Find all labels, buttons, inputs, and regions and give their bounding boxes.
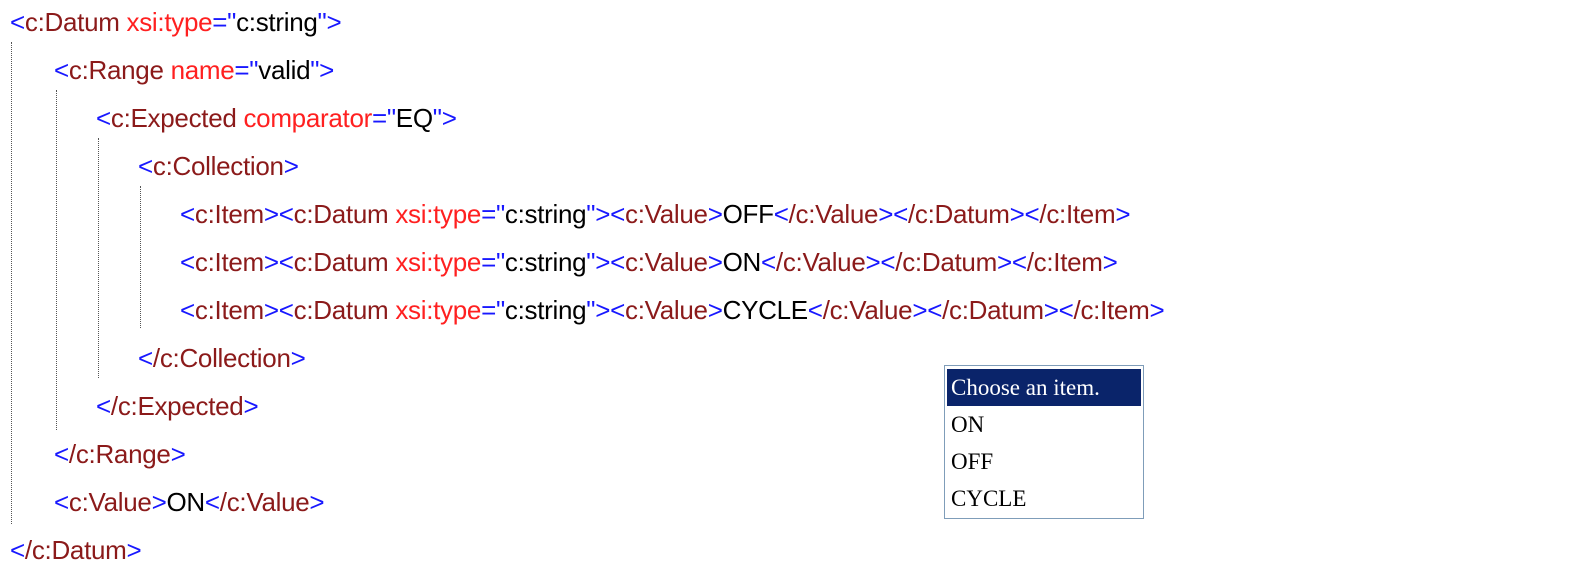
tag-name: /c:Collection [152, 343, 291, 373]
tag-name: c:Datum [293, 295, 389, 325]
item-text: CYCLE [722, 295, 809, 325]
attribute-value: c:string [504, 199, 587, 229]
xml-line-range-open[interactable]: <c:Range name="valid"> [54, 50, 334, 90]
tag-name: c:Collection [152, 151, 284, 181]
attribute-value: c:string [504, 247, 587, 277]
xml-line-expected-close[interactable]: </c:Expected> [96, 386, 259, 426]
xml-line-datum-open[interactable]: <c:Datum xsi:type="c:string"> [10, 2, 342, 42]
tag-name: c:Value [68, 487, 152, 517]
attribute-value: valid [258, 55, 311, 85]
tag-name: /c:Datum [24, 535, 127, 565]
xml-line-collection-close[interactable]: </c:Collection> [138, 338, 306, 378]
tag-name: /c:Item [1073, 295, 1150, 325]
indent-guide-level-4 [140, 186, 141, 328]
xml-line-item[interactable]: <c:Item><c:Datum xsi:type="c:string"><c:… [180, 290, 1165, 330]
tag-name: c:Value [625, 295, 708, 325]
attribute-value: EQ [395, 103, 433, 133]
xml-line-item[interactable]: <c:Item><c:Datum xsi:type="c:string"><c:… [180, 194, 1131, 234]
dropdown-option-on[interactable]: ON [947, 406, 1141, 443]
value-text: ON [166, 487, 205, 517]
tag-name: /c:Value [822, 295, 913, 325]
dropdown-option-cycle[interactable]: CYCLE [947, 480, 1141, 517]
tag-name: c:Datum [293, 199, 389, 229]
xml-line-datum-close[interactable]: </c:Datum> [10, 530, 142, 570]
tag-name: c:Value [625, 247, 708, 277]
xml-line-value[interactable]: <c:Value>ON</c:Value> [54, 482, 325, 522]
attribute-name: comparator [243, 103, 372, 133]
tag-name: /c:Datum [907, 199, 1010, 229]
attribute-value: c:string [236, 7, 318, 37]
tag-name: /c:Item [1039, 199, 1116, 229]
tag-name: /c:Datum [895, 247, 997, 277]
attribute-name: xsi:type [395, 199, 482, 229]
tag-name: c:Item [194, 247, 264, 277]
tag-name: /c:Value [219, 487, 310, 517]
dropdown-option-off[interactable]: OFF [947, 443, 1141, 480]
attribute-name: xsi:type [395, 295, 482, 325]
tag-name: /c:Value [788, 199, 879, 229]
xml-line-expected-open[interactable]: <c:Expected comparator="EQ"> [96, 98, 457, 138]
tag-name: /c:Range [68, 439, 171, 469]
attribute-name: xsi:type [395, 247, 482, 277]
tag-name: /c:Value [775, 247, 866, 277]
tag-name: /c:Item [1026, 247, 1103, 277]
xml-line-range-close[interactable]: </c:Range> [54, 434, 186, 474]
tag-name: c:Item [194, 295, 264, 325]
xml-line-item[interactable]: <c:Item><c:Datum xsi:type="c:string"><c:… [180, 242, 1118, 282]
attribute-name: xsi:type [126, 7, 213, 37]
tag-name: c:Datum [293, 247, 389, 277]
xml-tree-view: <c:Datum xsi:type="c:string"> <c:Range n… [0, 0, 1593, 570]
choice-dropdown-list[interactable]: Choose an item. ON OFF CYCLE [944, 365, 1144, 519]
tag-name: c:Expected [110, 103, 237, 133]
indent-guide-level-2 [56, 90, 57, 430]
tag-name: /c:Expected [110, 391, 244, 421]
tag-name: /c:Datum [942, 295, 1044, 325]
indent-guide-level-3 [98, 138, 99, 378]
tag-name: c:Value [625, 199, 708, 229]
tag-name: c:Datum [24, 7, 120, 37]
xml-line-collection-open[interactable]: <c:Collection> [138, 146, 299, 186]
dropdown-option-choose[interactable]: Choose an item. [947, 369, 1141, 406]
indent-guide-level-1 [11, 42, 12, 524]
tag-name: c:Range [68, 55, 164, 85]
item-text: ON [722, 247, 762, 277]
attribute-name: name [170, 55, 235, 85]
attribute-value: c:string [504, 295, 587, 325]
tag-name: c:Item [194, 199, 264, 229]
item-text: OFF [722, 199, 774, 229]
